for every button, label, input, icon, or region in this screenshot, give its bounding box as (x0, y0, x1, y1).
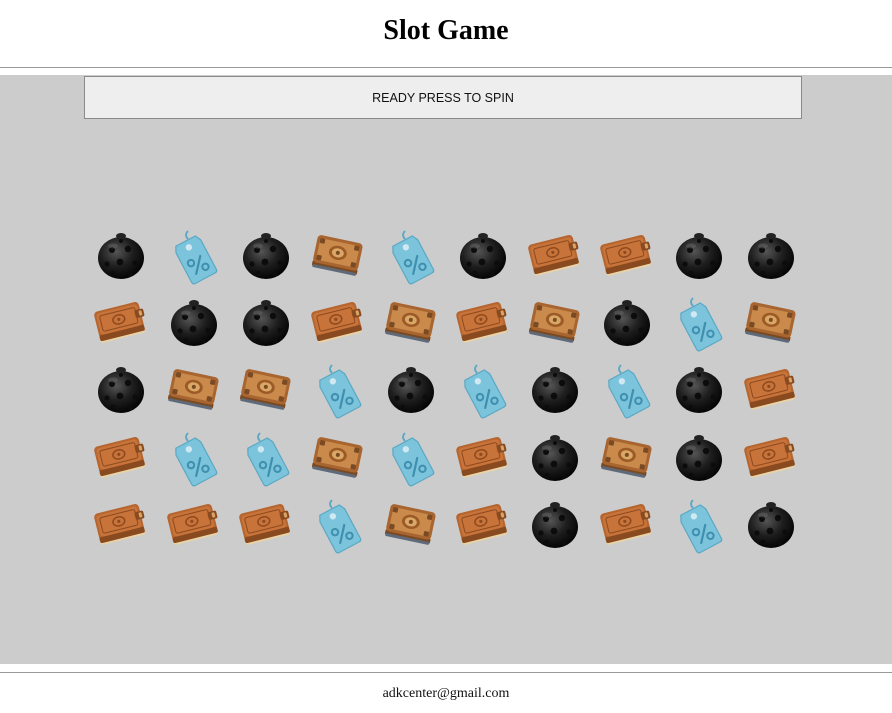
percent-tag-icon (669, 494, 729, 554)
footer-divider (0, 672, 892, 673)
bomb-icon (236, 292, 296, 352)
page-header: Slot Game (0, 0, 892, 64)
percent-tag-icon (381, 427, 441, 487)
percent-tag-icon (669, 292, 729, 352)
contact-email: adkcenter@gmail.com (382, 686, 510, 701)
slot-machine: READY PRESS TO SPIN (0, 75, 892, 664)
bomb-icon (597, 292, 657, 352)
header-divider (0, 67, 892, 68)
leather-book-icon (453, 292, 513, 352)
ornate-book-icon (308, 225, 368, 285)
leather-book-icon (164, 494, 224, 554)
bomb-icon (91, 225, 151, 285)
leather-book-icon (525, 225, 585, 285)
bomb-icon (669, 225, 729, 285)
bomb-icon (525, 494, 585, 554)
bomb-icon (669, 359, 729, 419)
ornate-book-icon (381, 494, 441, 554)
ornate-book-icon (597, 427, 657, 487)
bomb-icon (669, 427, 729, 487)
leather-book-icon (453, 427, 513, 487)
ornate-book-icon (164, 359, 224, 419)
leather-book-icon (91, 494, 151, 554)
leather-book-icon (741, 359, 801, 419)
leather-book-icon (453, 494, 513, 554)
leather-book-icon (91, 292, 151, 352)
percent-tag-icon (308, 494, 368, 554)
footer: adkcenter@gmail.com (0, 686, 892, 702)
bomb-icon (453, 225, 513, 285)
percent-tag-icon (164, 427, 224, 487)
ornate-book-icon (741, 292, 801, 352)
ornate-book-icon (525, 292, 585, 352)
bomb-icon (741, 225, 801, 285)
leather-book-icon (91, 427, 151, 487)
percent-tag-icon (453, 359, 513, 419)
bomb-icon (91, 359, 151, 419)
percent-tag-icon (308, 359, 368, 419)
leather-book-icon (597, 225, 657, 285)
bomb-icon (381, 359, 441, 419)
ornate-book-icon (381, 292, 441, 352)
ornate-book-icon (236, 359, 296, 419)
reel-grid (0, 75, 892, 664)
leather-book-icon (741, 427, 801, 487)
percent-tag-icon (597, 359, 657, 419)
percent-tag-icon (164, 225, 224, 285)
bomb-icon (164, 292, 224, 352)
leather-book-icon (597, 494, 657, 554)
bomb-icon (525, 359, 585, 419)
percent-tag-icon (236, 427, 296, 487)
ornate-book-icon (308, 427, 368, 487)
percent-tag-icon (381, 225, 441, 285)
bomb-icon (525, 427, 585, 487)
bomb-icon (236, 225, 296, 285)
bomb-icon (741, 494, 801, 554)
leather-book-icon (308, 292, 368, 352)
page-title: Slot Game (383, 15, 509, 46)
leather-book-icon (236, 494, 296, 554)
